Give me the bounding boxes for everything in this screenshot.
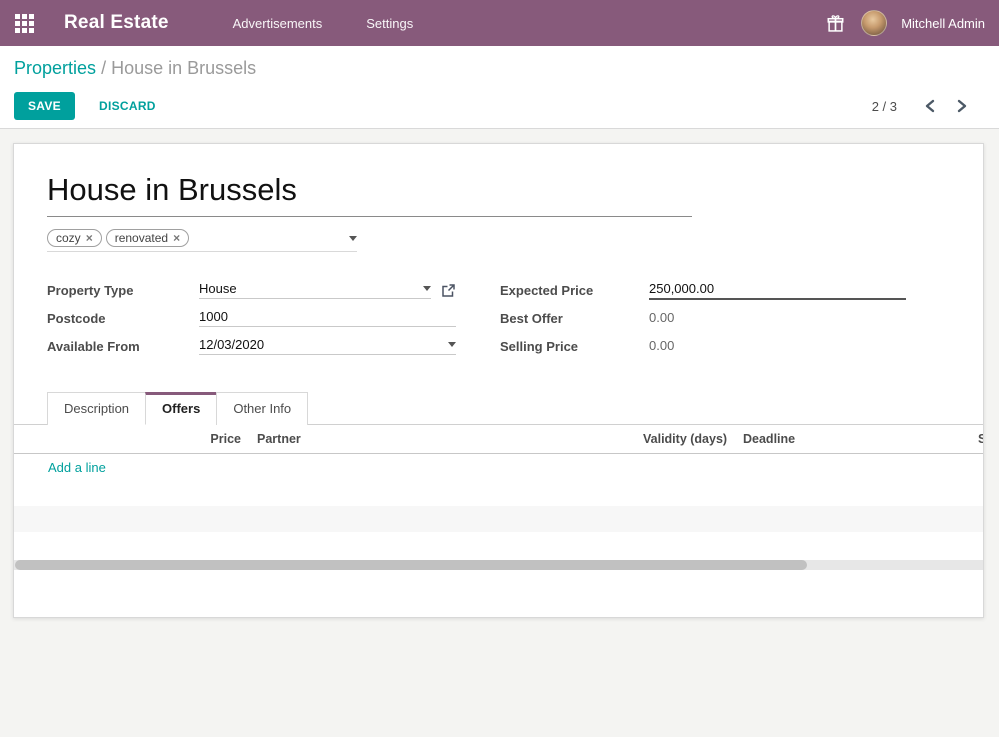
column-header-validity[interactable]: Validity (days) — [635, 432, 735, 446]
field-grid: Property Type House — [47, 276, 950, 360]
tab-bar: Description Offers Other Info — [14, 392, 983, 425]
user-name[interactable]: Mitchell Admin — [901, 16, 985, 31]
property-type-label: Property Type — [47, 283, 199, 298]
available-from-label: Available From — [47, 339, 199, 354]
postcode-input[interactable]: 1000 — [199, 309, 456, 327]
column-header-deadline[interactable]: Deadline — [735, 432, 970, 446]
empty-table-row — [14, 532, 983, 558]
save-button[interactable]: SAVE — [14, 92, 75, 120]
expected-price-label: Expected Price — [500, 283, 649, 298]
selling-price-label: Selling Price — [500, 339, 649, 354]
breadcrumb: Properties / House in Brussels — [14, 58, 985, 79]
tags-dropdown-caret-icon[interactable] — [349, 236, 357, 241]
add-line-row: Add a line — [14, 454, 983, 480]
gift-icon[interactable] — [823, 11, 847, 35]
app-name[interactable]: Real Estate — [64, 12, 169, 34]
empty-table-row — [14, 480, 983, 506]
expected-price-input[interactable]: 250,000.00 — [649, 281, 906, 300]
horizontal-scrollbar-thumb[interactable] — [15, 560, 807, 570]
tags-input[interactable]: cozy × renovated × — [47, 229, 357, 252]
best-offer-value: 0.00 — [649, 310, 906, 327]
breadcrumb-properties[interactable]: Properties — [14, 58, 96, 78]
property-type-input[interactable]: House — [199, 281, 431, 299]
tab-offers[interactable]: Offers — [145, 392, 217, 425]
apps-grid-icon — [15, 14, 34, 33]
offers-table-header: Price Partner Validity (days) Deadline S… — [14, 425, 983, 454]
breadcrumb-current: House in Brussels — [111, 58, 256, 78]
tab-description[interactable]: Description — [47, 392, 146, 425]
control-panel: Properties / House in Brussels SAVE DISC… — [0, 46, 999, 129]
apps-menu-button[interactable] — [0, 0, 48, 46]
horizontal-scrollbar[interactable] — [14, 560, 983, 570]
tag-cozy[interactable]: cozy × — [47, 229, 102, 247]
pager: 2 / 3 — [872, 95, 985, 117]
column-header-partner[interactable]: Partner — [249, 432, 635, 446]
discard-button[interactable]: DISCARD — [89, 92, 166, 120]
empty-table-row — [14, 506, 983, 532]
nav-menu: Advertisements Settings — [225, 10, 422, 37]
sheet-bottom-spacer — [14, 570, 983, 618]
property-type-external-link-icon[interactable] — [441, 283, 456, 298]
best-offer-label: Best Offer — [500, 311, 649, 326]
available-from-input[interactable]: 12/03/2020 — [199, 337, 456, 355]
pager-value: 2 / 3 — [872, 99, 897, 114]
nav-item-settings[interactable]: Settings — [358, 10, 421, 37]
top-navbar: Real Estate Advertisements Settings Mitc… — [0, 0, 999, 46]
postcode-label: Postcode — [47, 311, 199, 326]
add-a-line-link[interactable]: Add a line — [48, 460, 106, 475]
pager-next-button[interactable] — [951, 95, 973, 117]
selling-price-value: 0.00 — [649, 338, 906, 355]
notebook: Description Offers Other Info Price Part… — [14, 392, 983, 570]
tag-cozy-remove-icon[interactable]: × — [86, 232, 93, 244]
available-from-dropdown-caret-icon[interactable] — [448, 342, 456, 347]
avatar[interactable] — [861, 10, 887, 36]
property-type-dropdown-caret-icon[interactable] — [423, 286, 431, 291]
form-view: House in Brussels cozy × renovated × Pro… — [0, 129, 999, 737]
column-header-price[interactable]: Price — [47, 432, 249, 446]
form-sheet: House in Brussels cozy × renovated × Pro… — [13, 143, 984, 618]
offers-table: Price Partner Validity (days) Deadline S… — [14, 425, 983, 558]
tag-renovated[interactable]: renovated × — [106, 229, 189, 247]
tag-renovated-remove-icon[interactable]: × — [173, 232, 180, 244]
column-header-status[interactable]: Status — [970, 432, 983, 446]
breadcrumb-separator: / — [101, 58, 111, 78]
property-name-input[interactable]: House in Brussels — [47, 172, 692, 217]
nav-item-advertisements[interactable]: Advertisements — [225, 10, 331, 37]
tab-other-info[interactable]: Other Info — [216, 392, 308, 425]
pager-previous-button[interactable] — [919, 95, 941, 117]
